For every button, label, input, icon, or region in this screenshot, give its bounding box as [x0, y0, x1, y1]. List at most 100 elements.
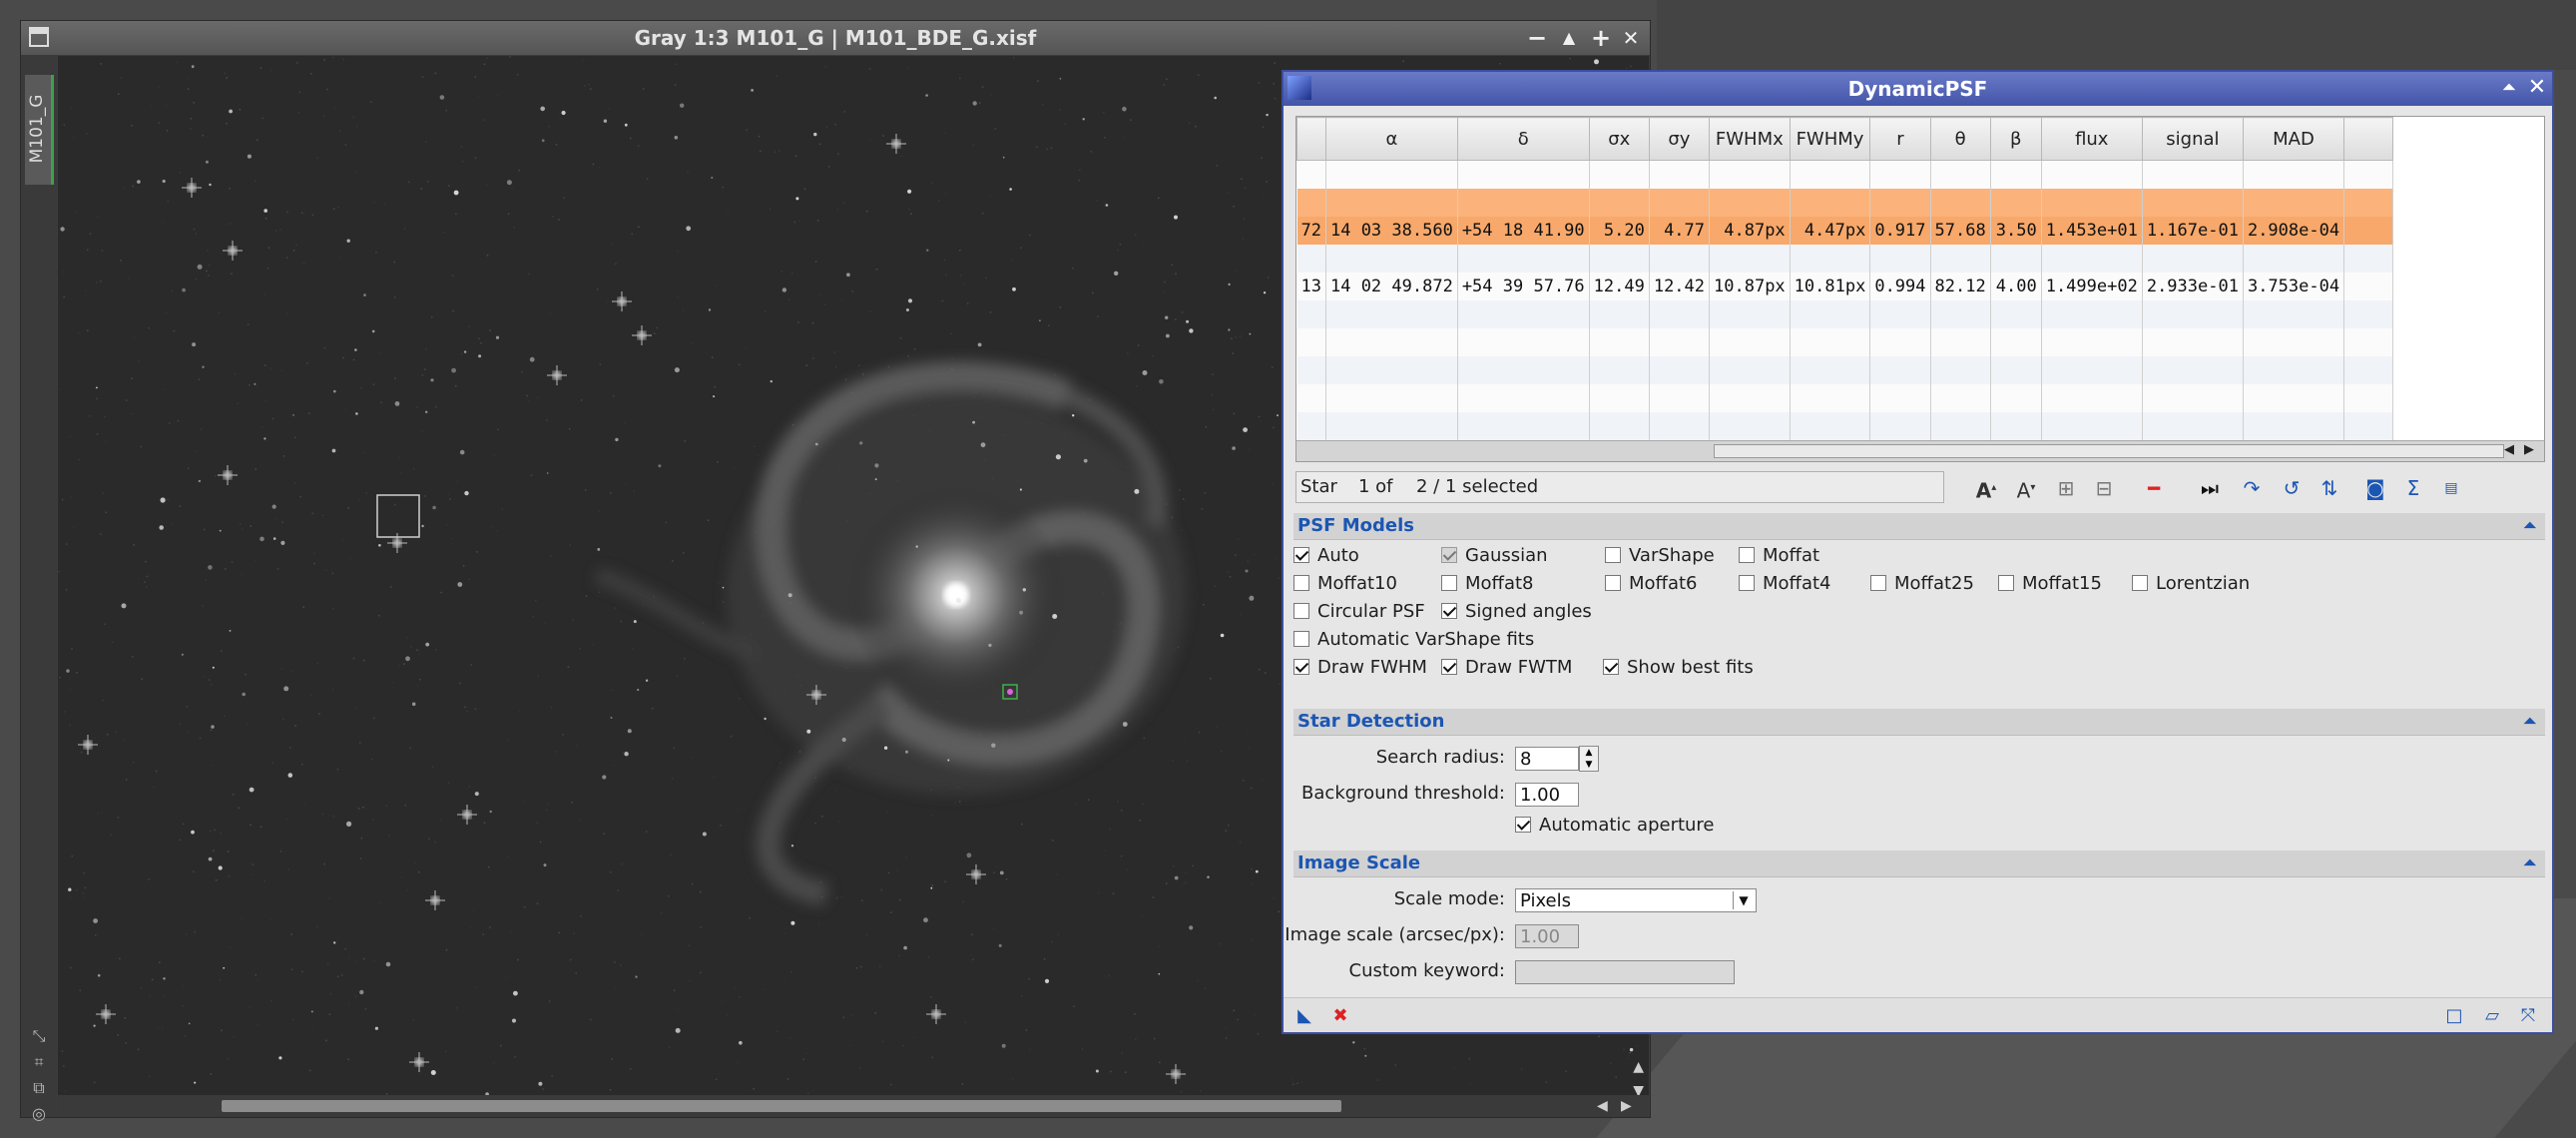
psf-model-checkbox[interactable]: Draw FWTM: [1441, 657, 1572, 679]
scroll-right-icon[interactable]: ▶: [1621, 1098, 1632, 1114]
collapse-section-icon[interactable]: ⏶: [2523, 709, 2537, 735]
table-horizontal-scrollbar[interactable]: ◀ ▶: [1296, 440, 2544, 461]
checkbox-box[interactable]: [1998, 575, 2014, 591]
column-header[interactable]: β: [1989, 117, 2042, 161]
table-row-empty[interactable]: [1296, 356, 2394, 384]
checkbox-box[interactable]: [1293, 631, 1309, 647]
background-threshold-input[interactable]: 1.00: [1515, 783, 1579, 807]
image-scale-input[interactable]: 1.00: [1515, 924, 1579, 948]
checkbox-box[interactable]: [1293, 547, 1309, 563]
clone-view-icon[interactable]: ⧉: [30, 1079, 48, 1097]
scrollbar-thumb[interactable]: [1714, 444, 2504, 458]
psf-model-checkbox[interactable]: Moffat: [1739, 545, 1819, 567]
column-header[interactable]: flux: [2040, 117, 2143, 161]
checkbox-box[interactable]: [1739, 547, 1755, 563]
psf-model-checkbox[interactable]: Moffat10: [1293, 573, 1397, 595]
fit-view-icon[interactable]: ⤡: [30, 1027, 48, 1045]
psf-model-checkbox[interactable]: Moffat25: [1870, 573, 1974, 595]
camera-icon[interactable]: ◙: [2361, 475, 2389, 501]
checkbox-box[interactable]: [1441, 659, 1457, 675]
checkbox-box[interactable]: [1293, 659, 1309, 675]
sort-icon[interactable]: ⇅: [2316, 475, 2343, 501]
collapse-section-icon[interactable]: ⏶: [2523, 851, 2537, 876]
search-radius-stepper[interactable]: ▲ ▼: [1579, 746, 1599, 772]
column-header[interactable]: [1296, 117, 1326, 161]
checkbox-box[interactable]: [2132, 575, 2148, 591]
expand-icon[interactable]: ⊞: [2052, 475, 2080, 501]
checkbox-box[interactable]: [1605, 575, 1621, 591]
browse-documentation-icon[interactable]: □: [2443, 1005, 2465, 1027]
scroll-right-icon[interactable]: ▶: [2524, 442, 2534, 457]
image-scale-section-header[interactable]: Image Scale ⏶: [1293, 851, 2545, 877]
table-row[interactable]: 72 14 03 38.560 +54 18 41.90 5.20 4.77 4.87px…: [1296, 217, 2394, 245]
checkbox-box[interactable]: [1603, 659, 1619, 675]
psf-model-checkbox[interactable]: Moffat6: [1605, 573, 1697, 595]
horizontal-scrollbar[interactable]: ◀ ▶: [58, 1095, 1649, 1117]
collapse-section-icon[interactable]: ⏶: [2523, 513, 2537, 539]
zoom-fit-icon[interactable]: ⌗: [30, 1053, 48, 1071]
reset-parameters-icon[interactable]: ⤧: [2517, 1005, 2539, 1027]
column-header[interactable]: FWHMy: [1789, 117, 1871, 161]
psf-model-checkbox[interactable]: Moffat4: [1739, 573, 1830, 595]
sum-icon[interactable]: Σ: [2399, 475, 2427, 501]
new-instance-icon[interactable]: ◣: [1293, 1005, 1315, 1027]
zoom-in-icon[interactable]: A▴: [1972, 475, 2000, 503]
view-tab[interactable]: M101_G: [25, 75, 54, 185]
collapse-icon[interactable]: ⊟: [2090, 475, 2118, 501]
delete-icon[interactable]: ━: [2140, 475, 2168, 501]
checkbox-box[interactable]: [1441, 603, 1457, 619]
table-row-empty[interactable]: [1296, 300, 2394, 328]
next-icon[interactable]: ⏭: [2196, 475, 2224, 501]
table-row-empty[interactable]: [1296, 189, 2394, 217]
csv-icon[interactable]: ▤: [2437, 475, 2465, 501]
scale-mode-select[interactable]: Pixels ▼: [1515, 888, 1757, 912]
checkbox-box[interactable]: [1293, 603, 1309, 619]
shade-button[interactable]: ⏶: [2497, 76, 2521, 100]
psf-model-checkbox[interactable]: Moffat15: [1998, 573, 2102, 595]
column-header[interactable]: r: [1869, 117, 1931, 161]
column-header[interactable]: α: [1324, 117, 1458, 161]
checkbox-box[interactable]: [1605, 547, 1621, 563]
column-header[interactable]: signal: [2141, 117, 2244, 161]
scroll-left-icon[interactable]: ◀: [2504, 442, 2514, 457]
checkbox-box[interactable]: [1515, 817, 1531, 833]
table-row-empty[interactable]: [1296, 328, 2394, 356]
custom-keyword-input[interactable]: [1515, 960, 1735, 984]
table-row-empty[interactable]: [1296, 160, 2394, 189]
column-header[interactable]: MAD: [2242, 117, 2345, 161]
edit-instance-icon[interactable]: ▱: [2481, 1005, 2503, 1027]
column-header[interactable]: δ: [1456, 117, 1590, 161]
redo-icon[interactable]: ↷: [2238, 475, 2266, 501]
dynamicpsf-window[interactable]: DynamicPSF ⏶ ✕ α δ σx σy FWHMx FWHMy r θ β flux si…: [1282, 70, 2554, 1034]
table-row[interactable]: 13 14 02 49.872 +54 39 57.76 12.49 12.42 10.8…: [1296, 273, 2394, 300]
checkbox-box[interactable]: [1870, 575, 1886, 591]
psf-model-checkbox[interactable]: Moffat8: [1441, 573, 1533, 595]
automatic-aperture-checkbox[interactable]: Automatic aperture: [1515, 815, 1715, 837]
column-header[interactable]: σx: [1588, 117, 1650, 161]
column-header[interactable]: θ: [1929, 117, 1991, 161]
psf-model-checkbox[interactable]: Show best fits: [1603, 657, 1754, 679]
close-button[interactable]: ✕: [2525, 76, 2549, 100]
reset-icon[interactable]: ↺: [2278, 475, 2306, 501]
psf-model-checkbox[interactable]: VarShape: [1605, 545, 1715, 567]
scrollbar-thumb[interactable]: [222, 1100, 1341, 1112]
close-button[interactable]: ✕: [1618, 25, 1644, 51]
psf-model-checkbox[interactable]: Automatic VarShape fits: [1293, 629, 1534, 651]
checkbox-box[interactable]: [1739, 575, 1755, 591]
psf-model-checkbox[interactable]: Draw FWHM: [1293, 657, 1427, 679]
search-radius-input[interactable]: 8: [1515, 747, 1579, 771]
dynamicpsf-titlebar[interactable]: DynamicPSF ⏶ ✕: [1284, 72, 2552, 106]
scroll-up-icon[interactable]: ▲: [1633, 1059, 1644, 1075]
column-header[interactable]: FWHMx: [1709, 117, 1791, 161]
table-body[interactable]: 72 14 03 38.560 +54 18 41.90 5.20 4.77 4.87px…: [1296, 160, 2394, 440]
image-window-titlebar[interactable]: Gray 1:3 M101_G | M101_BDE_G.xisf − ▲ + …: [21, 21, 1650, 55]
table-row-empty[interactable]: [1296, 245, 2394, 273]
scroll-left-icon[interactable]: ◀: [1597, 1098, 1608, 1114]
psf-models-section-header[interactable]: PSF Models ⏶: [1293, 513, 2545, 540]
star-table[interactable]: α δ σx σy FWHMx FWHMy r θ β flux signal MAD 72 14 03…: [1295, 116, 2545, 462]
table-row-empty[interactable]: [1296, 412, 2394, 440]
star-detection-section-header[interactable]: Star Detection ⏶: [1293, 709, 2545, 736]
chevron-down-icon[interactable]: ▼: [1733, 891, 1754, 909]
zoom-out-icon[interactable]: A▾: [2012, 475, 2040, 503]
minimize-button[interactable]: −: [1524, 25, 1550, 51]
